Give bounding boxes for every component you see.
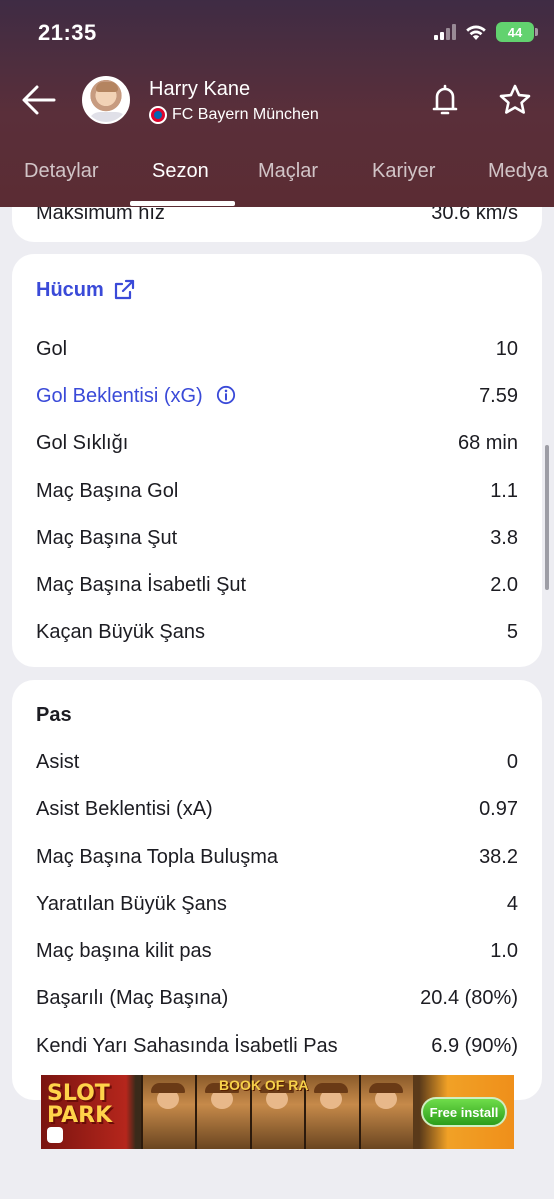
stat-value: 10 [495,338,518,360]
tab-bar: Detaylar Sezon Maçlar Kariyer Medya [0,150,554,207]
status-bar: 21:35 44 [0,0,554,64]
stat-value: 3.8 [490,527,518,549]
stat-label: Yaratılan Büyük Şans [36,893,227,915]
stat-value: 1.1 [490,480,518,502]
stat-value: 0.97 [479,798,518,820]
stat-label: Asist Beklentisi (xA) [36,798,213,820]
club-row[interactable]: FC Bayern München [149,106,319,124]
tab-media[interactable]: Medya [488,160,548,183]
stat-label: Gol [36,338,68,360]
tab-details[interactable]: Detaylar [24,160,98,183]
stat-value: 7.59 [479,385,518,407]
stat-value: 20.4 (80%) [420,987,518,1009]
ad-badge-icon [47,1127,63,1143]
battery-icon: 44 [496,22,538,42]
star-icon[interactable] [497,82,533,118]
nav-row: Harry Kane FC Bayern München [0,70,554,130]
passing-card: Pas Asist 0 Asist Beklentisi (xA) 0.97 M… [12,680,542,1100]
attack-card: Hücum Gol 10 Gol Beklentisi (xG) 7.59 Go… [12,254,542,667]
passing-title: Pas [36,704,72,726]
stat-label: Maç Başına İsabetli Şut [36,574,247,596]
tab-matches[interactable]: Maçlar [258,160,318,183]
stat-label: Kendi Yarı Sahasında İsabetli Pas [36,1035,338,1057]
stat-label: Kaçan Büyük Şans [36,621,205,643]
wifi-icon [466,25,486,40]
player-name: Harry Kane [149,78,251,100]
stat-value: 68 min [457,432,518,454]
attack-section-link[interactable]: Hücum [36,278,136,302]
attack-title: Hücum [36,278,104,301]
stat-value: 4 [506,893,518,915]
stat-label: Gol Beklentisi (xG) [36,385,203,407]
club-logo-icon [149,106,167,124]
back-arrow-icon[interactable] [20,82,58,118]
stat-value: 38.2 [479,846,518,868]
tab-season[interactable]: Sezon [152,160,209,183]
stat-value: 1.0 [490,940,518,962]
scrollbar[interactable] [545,445,549,590]
active-tab-indicator [130,201,235,206]
stat-label: Asist [36,751,80,773]
ad-game-title: BOOK OF RA [219,1077,309,1093]
stat-value: 5 [506,621,518,643]
info-icon[interactable] [216,385,236,405]
tab-career[interactable]: Kariyer [372,160,435,183]
bell-icon[interactable] [428,82,462,118]
stat-label: Gol Sıklığı [36,432,129,454]
cellular-signal-icon [434,24,456,40]
stat-label: Maç Başına Topla Buluşma [36,846,278,868]
battery-level: 44 [507,24,523,40]
stat-value: 2.0 [490,574,518,596]
ad-banner[interactable]: SLOT PARK BOOK OF RA Free install [41,1075,514,1149]
stat-label: Maç Başına Şut [36,527,178,549]
stat-value: 0 [506,751,518,773]
app-header: 21:35 44 Harry Kane FC Bayern München De… [0,0,554,207]
player-avatar [82,76,130,124]
stat-label: Maç başına kilit pas [36,940,212,962]
ad-install-button[interactable]: Free install [421,1097,507,1127]
stat-label: Maç Başına Gol [36,480,179,502]
status-icons: 44 [434,22,538,42]
stat-label: Başarılı (Maç Başına) [36,987,229,1009]
external-link-icon [114,279,134,300]
stat-value: 6.9 (90%) [431,1035,518,1057]
club-name: FC Bayern München [172,106,319,123]
clock: 21:35 [38,20,97,45]
xg-info-link[interactable]: Gol Beklentisi (xG) [36,385,236,408]
